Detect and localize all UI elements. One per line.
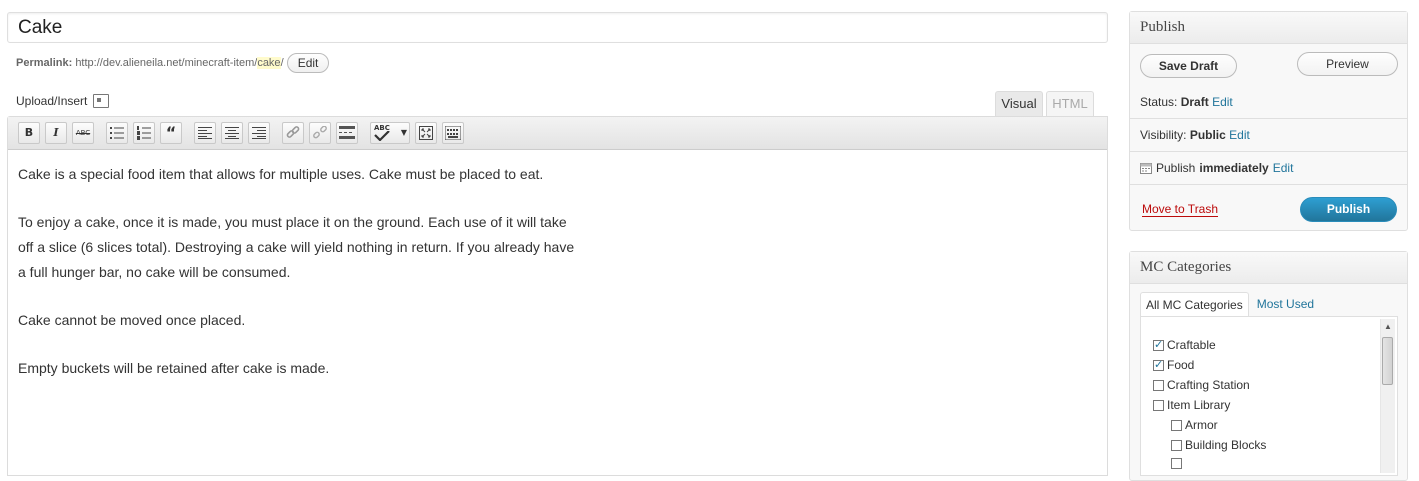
category-label: Building Blocks bbox=[1185, 438, 1267, 452]
move-to-trash-link[interactable]: Move to Trash bbox=[1142, 202, 1219, 217]
link-icon[interactable] bbox=[282, 122, 304, 144]
category-item[interactable]: Building Blocks bbox=[1171, 438, 1266, 452]
status-edit-link[interactable]: Edit bbox=[1212, 95, 1233, 109]
calendar-icon bbox=[1140, 163, 1152, 174]
category-item[interactable]: Food bbox=[1153, 358, 1194, 372]
upload-insert-label[interactable]: Upload/Insert bbox=[16, 94, 87, 108]
kitchen-sink-icon[interactable] bbox=[442, 122, 464, 144]
category-label: Armor bbox=[1185, 418, 1218, 432]
more-tag-icon[interactable] bbox=[336, 122, 358, 144]
strikethrough-icon[interactable]: ABC bbox=[72, 122, 94, 144]
checkbox-building-blocks[interactable] bbox=[1171, 439, 1182, 451]
permalink-base-url: http://dev.alieneila.net/minecraft-item/ bbox=[75, 56, 258, 69]
align-right-icon[interactable] bbox=[248, 122, 270, 144]
category-label: Craftable bbox=[1167, 338, 1216, 352]
permalink-trail: / bbox=[280, 56, 284, 69]
visibility-edit-link[interactable]: Edit bbox=[1229, 128, 1250, 142]
content-line: off a slice (6 slices total). Destroying… bbox=[18, 239, 575, 255]
tab-visual[interactable]: Visual bbox=[995, 91, 1043, 116]
align-left-icon[interactable] bbox=[194, 122, 216, 144]
visibility-value: Public bbox=[1189, 128, 1226, 142]
content-line: To enjoy a cake, once it is made, you mu… bbox=[18, 214, 567, 230]
permalink-slug[interactable]: cake bbox=[257, 56, 281, 69]
post-title-input[interactable]: Cake bbox=[7, 12, 1108, 43]
numbered-list-icon[interactable] bbox=[133, 122, 155, 144]
category-label: Item Library bbox=[1167, 398, 1231, 412]
fullscreen-icon[interactable] bbox=[415, 122, 437, 144]
divider bbox=[1130, 151, 1407, 152]
publish-heading[interactable]: Publish bbox=[1130, 12, 1407, 44]
checkbox-crafting-station[interactable] bbox=[1153, 379, 1164, 391]
category-item[interactable]: Craftable bbox=[1153, 338, 1216, 352]
schedule-label: Publish bbox=[1156, 161, 1196, 175]
content-paragraph: Cake is a special food item that allows … bbox=[18, 166, 544, 182]
save-draft-button[interactable]: Save Draft bbox=[1140, 54, 1237, 78]
post-editor[interactable]: B I ABC “ ABC ▼ Cake is a special food i… bbox=[7, 116, 1108, 476]
category-label: Food bbox=[1167, 358, 1195, 372]
bold-icon[interactable]: B bbox=[18, 122, 40, 144]
categories-heading[interactable]: MC Categories bbox=[1130, 252, 1407, 284]
bullet-list-icon[interactable] bbox=[106, 122, 128, 144]
category-item[interactable]: Crafting Station bbox=[1153, 378, 1250, 392]
visibility-row: Visibility: Public Edit bbox=[1140, 128, 1250, 142]
category-item[interactable]: Armor bbox=[1171, 418, 1218, 432]
schedule-edit-link[interactable]: Edit bbox=[1273, 161, 1294, 175]
content-line: a full hunger bar, no cake will be consu… bbox=[18, 264, 291, 280]
add-media-icon[interactable] bbox=[93, 94, 110, 108]
content-paragraph: Cake cannot be moved once placed. bbox=[18, 312, 246, 328]
align-center-icon[interactable] bbox=[221, 122, 243, 144]
publish-button[interactable]: Publish bbox=[1300, 197, 1397, 222]
tab-most-used[interactable]: Most Used bbox=[1249, 292, 1319, 317]
permalink-label: Permalink: bbox=[16, 56, 73, 69]
scrollbar-thumb[interactable] bbox=[1382, 337, 1393, 385]
categories-tabs: All MC Categories Most Used bbox=[1140, 292, 1319, 318]
upload-insert[interactable]: Upload/Insert bbox=[16, 94, 110, 108]
permalink-edit-button[interactable]: Edit bbox=[286, 53, 330, 73]
tab-all-categories[interactable]: All MC Categories bbox=[1140, 292, 1249, 318]
status-value: Draft bbox=[1180, 95, 1209, 109]
editor-content[interactable]: Cake is a special food item that allows … bbox=[8, 150, 1107, 416]
chevron-down-icon[interactable]: ▼ bbox=[401, 123, 407, 143]
blockquote-icon[interactable]: “ bbox=[160, 122, 182, 144]
preview-button[interactable]: Preview bbox=[1297, 52, 1398, 76]
scroll-up-icon[interactable]: ▲ bbox=[1384, 322, 1392, 331]
category-label: Crafting Station bbox=[1167, 378, 1250, 392]
categories-list: Craftable Food Crafting Station Item Lib… bbox=[1140, 316, 1398, 476]
checkbox-food[interactable] bbox=[1153, 358, 1164, 371]
checkbox-item-library[interactable] bbox=[1153, 399, 1164, 411]
status-label: Status: bbox=[1140, 95, 1178, 109]
spellcheck-icon[interactable]: ABC ▼ bbox=[370, 122, 410, 144]
divider bbox=[1130, 184, 1407, 185]
visibility-label: Visibility: bbox=[1140, 128, 1187, 142]
checkbox-armor[interactable] bbox=[1171, 419, 1182, 431]
tab-html[interactable]: HTML bbox=[1046, 91, 1094, 116]
divider bbox=[1130, 118, 1407, 119]
content-paragraph: To enjoy a cake, once it is made, you mu… bbox=[18, 210, 1097, 285]
schedule-value: immediately bbox=[1199, 161, 1269, 175]
status-row: Status: Draft Edit bbox=[1140, 95, 1233, 109]
unlink-icon[interactable] bbox=[309, 122, 331, 144]
editor-toolbar: B I ABC “ ABC ▼ bbox=[8, 117, 1107, 150]
permalink-row: Permalink: http://dev.alieneila.net/mine… bbox=[16, 53, 330, 73]
checkbox-craftable[interactable] bbox=[1153, 338, 1164, 351]
category-item[interactable]: Item Library bbox=[1153, 398, 1230, 412]
categories-box: MC Categories All MC Categories Most Use… bbox=[1129, 251, 1408, 481]
publish-box: Publish Save Draft Preview Status: Draft… bbox=[1129, 11, 1408, 231]
schedule-row: Publish immediately Edit bbox=[1140, 161, 1293, 175]
content-paragraph: Empty buckets will be retained after cak… bbox=[18, 360, 330, 376]
category-item[interactable] bbox=[1171, 458, 1182, 469]
checkbox-partial[interactable] bbox=[1171, 458, 1182, 469]
italic-icon[interactable]: I bbox=[45, 122, 67, 144]
categories-scrollbar[interactable]: ▲ bbox=[1380, 319, 1395, 473]
